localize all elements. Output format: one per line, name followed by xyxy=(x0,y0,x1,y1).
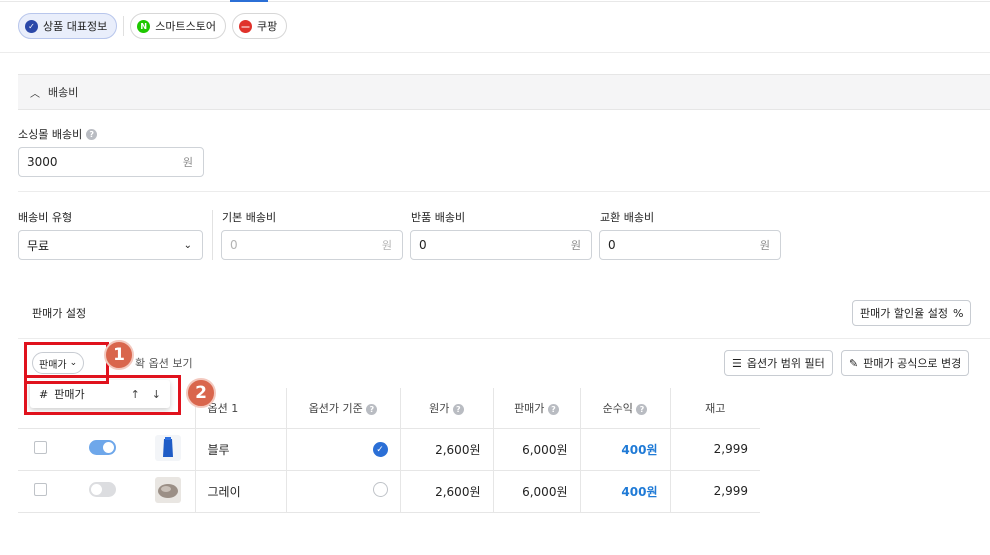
top-tab-underline xyxy=(0,0,990,2)
shipping-type-label: 배송비 유형 xyxy=(18,211,73,224)
button-label: 옵션가 범위 필터 xyxy=(746,357,825,370)
header-label: 순수익 xyxy=(602,401,633,415)
row-image-cell xyxy=(142,470,196,513)
unit-label: 원 xyxy=(381,239,392,252)
discount-rate-button[interactable]: 판매가 할인율 설정 % xyxy=(852,300,972,326)
base-fee-label: 기본 배송비 xyxy=(222,211,277,224)
return-fee-label: 반품 배송비 xyxy=(411,211,466,224)
channel-tabs: ✓ 상품 대표정보 N 스마트스토어 ― 쿠팡 xyxy=(18,13,288,39)
divider xyxy=(18,191,990,192)
unit-label: 원 xyxy=(570,239,581,252)
row-image-cell xyxy=(142,428,196,471)
cost-value: 2,600원 xyxy=(400,428,494,471)
percent-icon: % xyxy=(952,306,964,320)
option-base-cell xyxy=(286,470,401,513)
naver-n-icon: N xyxy=(137,19,151,33)
cost-value: 2,600원 xyxy=(400,470,494,513)
filter-icon: ☰ xyxy=(732,356,742,370)
product-thumbnail xyxy=(155,476,182,503)
coupang-icon: ― xyxy=(238,19,252,33)
select-value: 무료 xyxy=(27,238,50,253)
label-text: 소싱몰 배송비 xyxy=(18,128,83,141)
option-toggle[interactable] xyxy=(88,482,116,497)
header-label: 판매가 xyxy=(514,401,545,415)
unit-label: 원 xyxy=(759,239,770,252)
option-base-radio[interactable]: ✓ xyxy=(372,442,388,458)
help-icon[interactable]: ? xyxy=(636,403,648,415)
option-name: 블루 xyxy=(195,428,287,471)
header-stock: 재고 xyxy=(670,388,760,429)
option-name: 그레이 xyxy=(195,470,287,513)
step-badge-1: 1 xyxy=(104,340,134,370)
help-icon[interactable]: ? xyxy=(366,403,378,415)
exchange-fee-label: 교환 배송비 xyxy=(600,211,655,224)
section-title: 배송비 xyxy=(48,86,79,99)
chevron-down-icon: ⌄ xyxy=(183,239,192,251)
channel-tab-coupang[interactable]: ― 쿠팡 xyxy=(231,13,288,39)
option-toggle[interactable] xyxy=(88,440,116,455)
row-select-cell xyxy=(18,470,62,513)
help-icon[interactable]: ? xyxy=(547,403,559,415)
price-formula-button[interactable]: ✎ 판매가 공식으로 변경 xyxy=(841,350,970,376)
divider xyxy=(0,52,990,53)
table-row: 블루 ✓ 2,600원 6,000원 400원 2,999 xyxy=(18,428,760,471)
check-circle-icon: ✓ xyxy=(25,19,38,33)
pricing-title: 판매가 설정 xyxy=(32,307,87,320)
row-toggle-cell xyxy=(62,428,142,471)
product-thumbnail xyxy=(155,434,182,461)
button-label: 판매가 할인율 설정 xyxy=(860,307,948,320)
exchange-fee-input[interactable]: 0 원 xyxy=(599,230,781,260)
header-option-base: 옵션가 기준 ? xyxy=(286,388,401,429)
button-label: 판매가 공식으로 변경 xyxy=(863,357,962,370)
row-select-cell xyxy=(18,428,62,471)
stock-value: 2,999 xyxy=(670,428,760,471)
shipping-type-select[interactable]: 무료 ⌄ xyxy=(18,230,203,260)
row-checkbox[interactable] xyxy=(33,483,47,496)
pencil-icon: ✎ xyxy=(849,356,859,370)
option-view-text[interactable]: 확 옵션 보기 xyxy=(135,355,193,371)
step-badge-2: 2 xyxy=(186,378,216,408)
return-fee-input[interactable]: 0 원 xyxy=(410,230,592,260)
table-row: 그레이 2,600원 6,000원 400원 2,999 xyxy=(18,470,760,513)
header-cost: 원가 ? xyxy=(400,388,494,429)
active-tab-indicator xyxy=(230,0,268,2)
help-icon[interactable]: ? xyxy=(452,403,464,415)
option-base-radio[interactable] xyxy=(372,482,388,497)
base-fee-input[interactable]: 0 원 xyxy=(221,230,403,260)
highlight-box-2 xyxy=(24,375,181,415)
mall-fee-label: 소싱몰 배송비 ? xyxy=(18,126,98,142)
header-label: 원가 xyxy=(429,401,450,415)
channel-tab-label: 상품 대표정보 xyxy=(43,20,108,33)
price-value: 6,000원 xyxy=(493,428,581,471)
price-value: 6,000원 xyxy=(493,470,581,513)
profit-value: 400원 xyxy=(580,470,671,513)
option-base-cell: ✓ xyxy=(286,428,401,471)
channel-tab-main-info[interactable]: ✓ 상품 대표정보 xyxy=(18,13,118,39)
input-value: 0 xyxy=(608,238,616,252)
divider xyxy=(18,338,990,339)
header-profit: 순수익 ? xyxy=(580,388,671,429)
header-price: 판매가 ? xyxy=(493,388,581,429)
header-label: 옵션가 기준 xyxy=(308,401,363,415)
channel-tab-label: 쿠팡 xyxy=(256,20,278,33)
chevron-up-icon: ︿ xyxy=(30,88,40,100)
channel-tab-label: 스마트스토어 xyxy=(155,20,216,33)
unit-label: 원 xyxy=(182,156,193,169)
row-checkbox[interactable] xyxy=(33,441,47,454)
input-placeholder: 0 xyxy=(230,238,238,252)
shipping-section-header[interactable]: ︿ 배송비 xyxy=(18,74,990,110)
input-value: 3000 xyxy=(27,155,58,169)
divider xyxy=(212,210,213,260)
mall-fee-input[interactable]: 3000 원 xyxy=(18,147,204,177)
channel-tab-smartstore[interactable]: N 스마트스토어 xyxy=(130,13,226,39)
stock-value: 2,999 xyxy=(670,470,760,513)
input-value: 0 xyxy=(419,238,427,252)
help-icon[interactable]: ? xyxy=(86,128,98,140)
row-toggle-cell xyxy=(62,470,142,513)
profit-value: 400원 xyxy=(580,428,671,471)
divider xyxy=(123,16,125,36)
option-range-filter-button[interactable]: ☰ 옵션가 범위 필터 xyxy=(724,350,833,376)
